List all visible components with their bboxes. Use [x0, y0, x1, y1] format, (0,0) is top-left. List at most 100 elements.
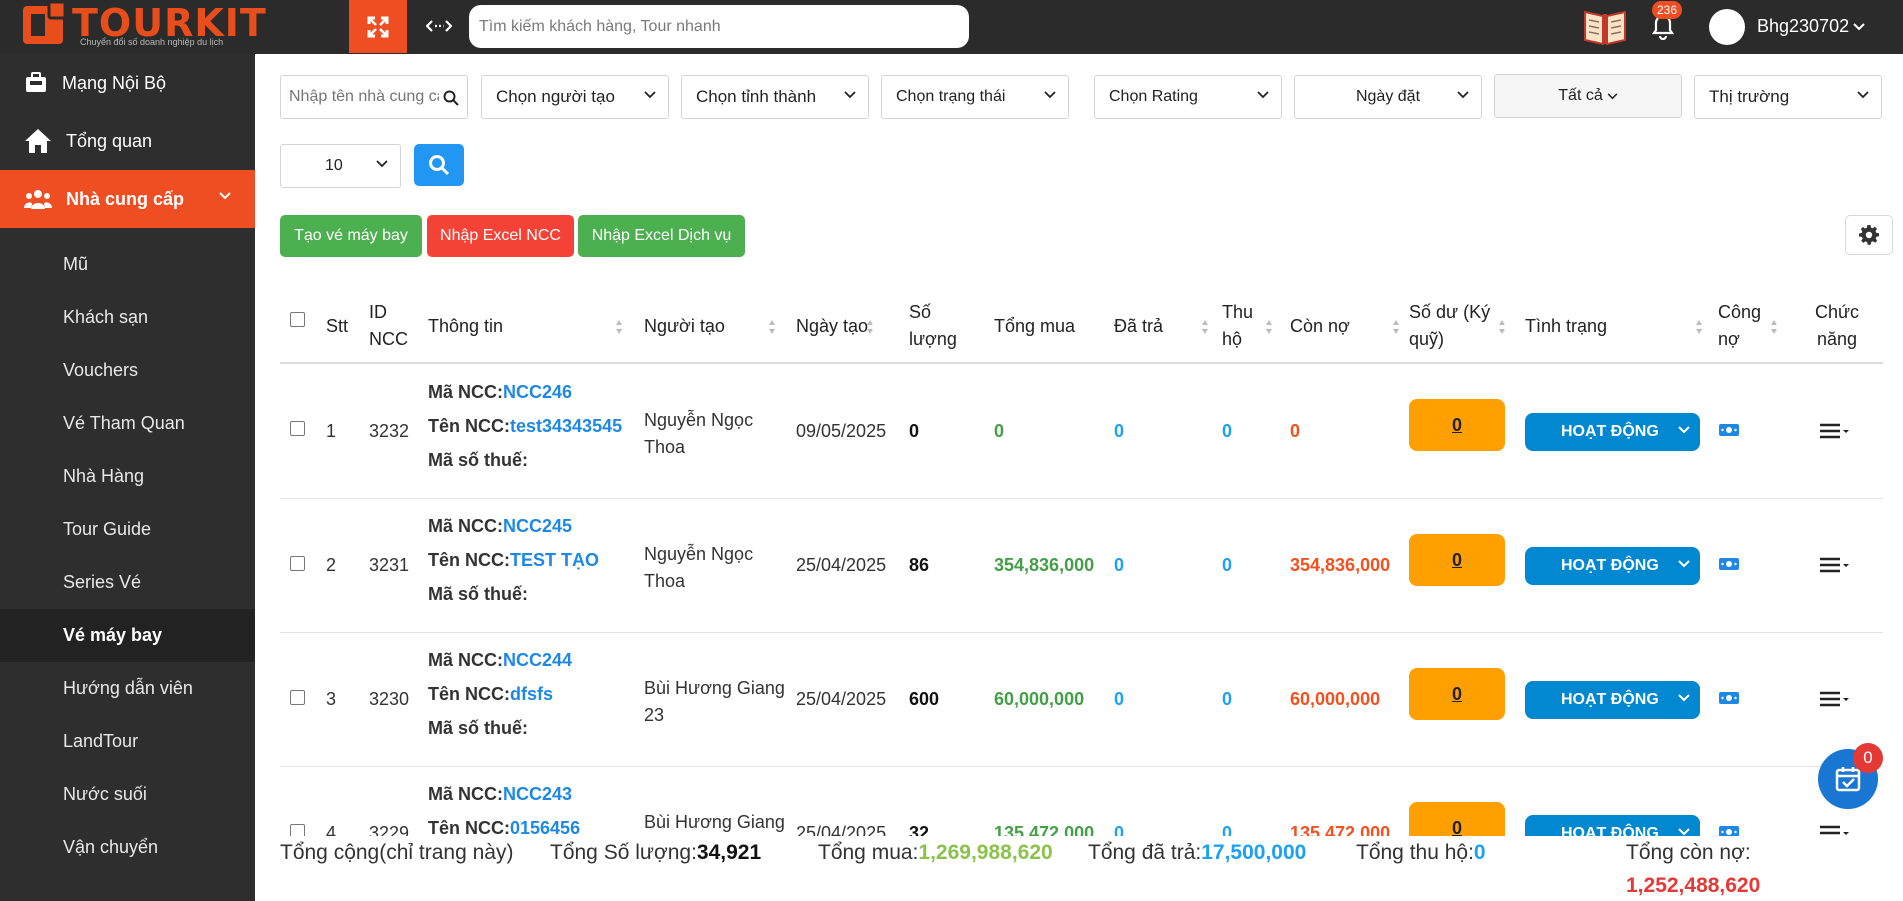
row-paid: 0 — [1114, 421, 1125, 441]
money-icon[interactable] — [1718, 556, 1740, 572]
sidebar-item-overview[interactable]: Tổng quan — [0, 112, 255, 170]
menu-icon[interactable] — [1820, 690, 1852, 708]
sort-icon[interactable] — [768, 318, 776, 336]
fullscreen-button[interactable] — [349, 0, 407, 53]
col-created-date[interactable]: Ngày tạo — [796, 288, 868, 364]
sort-icon[interactable] — [866, 318, 874, 336]
table-settings-button[interactable] — [1845, 215, 1893, 255]
row-name-link[interactable]: TEST TẠO — [510, 550, 599, 570]
row-checkbox[interactable] — [290, 556, 305, 571]
sidebar-item-water[interactable]: Nước suối — [0, 768, 255, 821]
market-select[interactable]: Thị trường — [1694, 75, 1882, 119]
row-balance-button[interactable]: 0 — [1409, 399, 1505, 451]
chevron-down-icon — [644, 91, 656, 99]
sort-icon[interactable] — [1695, 318, 1703, 336]
row-creator-line2: Thoa — [644, 571, 686, 591]
rating-select[interactable]: Chọn Rating — [1094, 75, 1282, 119]
row-total-buy: 0 — [994, 421, 1005, 441]
creator-select[interactable]: Chọn người tạo — [481, 75, 669, 119]
order-date-select[interactable]: Ngày đặt — [1294, 75, 1482, 119]
col-total-buy[interactable]: Tổng mua — [994, 288, 1075, 364]
row-checkbox[interactable] — [290, 421, 305, 436]
money-icon[interactable] — [1718, 690, 1740, 706]
sort-icon[interactable] — [1498, 318, 1506, 336]
sidebar-item-hotels[interactable]: Khách sạn — [0, 291, 255, 344]
col-id[interactable]: ID NCC — [369, 288, 408, 364]
row-creator: Bùi Hương Giang — [644, 809, 785, 836]
sidebar-item-series-tickets[interactable]: Series Vé — [0, 556, 255, 609]
user-menu[interactable]: Bhg230702 — [1757, 16, 1865, 37]
sidebar-item-transport[interactable]: Vận chuyển — [0, 821, 255, 874]
row-balance-button[interactable]: 0 — [1409, 668, 1505, 720]
row-code-link[interactable]: NCC245 — [503, 516, 572, 536]
row-name-label: Tên NCC: — [428, 416, 510, 436]
sidebar-item-flight-tickets[interactable]: Vé máy bay — [0, 609, 255, 662]
row-paid: 0 — [1114, 555, 1125, 575]
sidebar-item-vouchers[interactable]: Vouchers — [0, 344, 255, 397]
sort-icon[interactable] — [1201, 318, 1209, 336]
col-paid[interactable]: Đã trả — [1114, 288, 1163, 364]
sidebar-item-suppliers[interactable]: Nhà cung cấp — [0, 170, 255, 228]
row-name-link[interactable]: test34343545 — [510, 416, 622, 436]
col-quantity[interactable]: Số lượng — [909, 288, 957, 364]
import-excel-service-button[interactable]: Nhập Excel Dịch vụ — [578, 215, 745, 257]
menu-icon[interactable] — [1820, 556, 1852, 574]
row-name-link[interactable]: dfsfs — [510, 684, 553, 704]
logo[interactable]: TOURKIT Chuyển đổi số doanh nghiệp du lị… — [0, 0, 266, 54]
sidebar-item-internal-network[interactable]: Mạng Nội Bộ — [0, 54, 255, 112]
col-ledger-line2: nợ — [1718, 329, 1740, 349]
page-size-select[interactable]: 10 — [280, 144, 401, 188]
global-search-input[interactable] — [469, 5, 969, 48]
row-code-link[interactable]: NCC244 — [503, 650, 572, 670]
sidebar-item-attraction-tickets[interactable]: Vé Tham Quan — [0, 397, 255, 450]
col-debt[interactable]: Còn nợ — [1290, 288, 1350, 364]
select-all-checkbox[interactable] — [290, 312, 305, 327]
col-ledger[interactable]: Công nợ — [1718, 288, 1761, 364]
sidebar-item-restaurants[interactable]: Nhà Hàng — [0, 450, 255, 503]
col-balance[interactable]: Số dư (Ký quỹ) — [1409, 288, 1490, 364]
status-select[interactable]: Chọn trạng thái — [881, 75, 1069, 119]
import-excel-ncc-button[interactable]: Nhập Excel NCC — [427, 215, 574, 257]
col-status[interactable]: Tình trạng — [1525, 288, 1607, 364]
search-button[interactable] — [414, 144, 464, 186]
sidebar-item-tour-guide[interactable]: Tour Guide — [0, 503, 255, 556]
book-icon[interactable] — [1581, 4, 1629, 46]
sort-icon[interactable] — [1265, 318, 1273, 336]
row-status-select[interactable]: HOẠT ĐỘNG — [1525, 681, 1700, 719]
sidebar-item-hats[interactable]: Mũ — [0, 238, 255, 291]
row-code-link[interactable]: NCC243 — [503, 784, 572, 804]
col-info[interactable]: Thông tin — [428, 288, 503, 364]
chevron-down-icon — [1457, 91, 1469, 99]
menu-icon[interactable] — [1820, 422, 1852, 440]
sidebar-item-landtour[interactable]: LandTour — [0, 715, 255, 768]
sort-icon[interactable] — [1770, 318, 1778, 336]
toggle-sidebar-button[interactable] — [424, 12, 454, 40]
money-icon[interactable] — [1718, 422, 1740, 438]
supplier-name-filter[interactable] — [280, 75, 468, 119]
row-name-label: Tên NCC: — [428, 684, 510, 704]
row-status-select[interactable]: HOẠT ĐỘNG — [1525, 547, 1700, 585]
calendar-badge: 0 — [1853, 743, 1883, 773]
province-select[interactable]: Chọn tỉnh thành — [681, 75, 869, 119]
top-bar: TOURKIT Chuyển đổi số doanh nghiệp du lị… — [0, 0, 1903, 54]
sidebar-item-guides[interactable]: Hướng dẫn viên — [0, 662, 255, 715]
row-balance-button[interactable]: 0 — [1409, 534, 1505, 586]
col-creator[interactable]: Người tạo — [644, 288, 725, 364]
row-creator-line2: Thoa — [644, 437, 686, 457]
row-status-select[interactable]: HOẠT ĐỘNG — [1525, 413, 1700, 451]
all-dropdown[interactable]: Tất cả — [1494, 74, 1682, 118]
briefcase-icon — [26, 72, 46, 92]
row-name-link[interactable]: 0156456 — [510, 818, 580, 838]
order-date-select-value: Ngày đặt — [1355, 88, 1421, 105]
col-collect[interactable]: Thu hộ — [1222, 288, 1253, 364]
sort-icon[interactable] — [1392, 318, 1400, 336]
province-select-value: Chọn tỉnh thành — [696, 87, 817, 106]
row-checkbox[interactable] — [290, 690, 305, 705]
col-ledger-line1: Công — [1718, 302, 1762, 322]
row-code-link[interactable]: NCC246 — [503, 382, 572, 402]
status-select-value: Chọn trạng thái — [896, 88, 1006, 105]
supplier-name-input[interactable] — [289, 88, 439, 106]
sort-icon[interactable] — [615, 318, 623, 336]
create-flight-ticket-button[interactable]: Tạo vé máy bay — [280, 215, 422, 257]
avatar[interactable] — [1709, 9, 1745, 45]
